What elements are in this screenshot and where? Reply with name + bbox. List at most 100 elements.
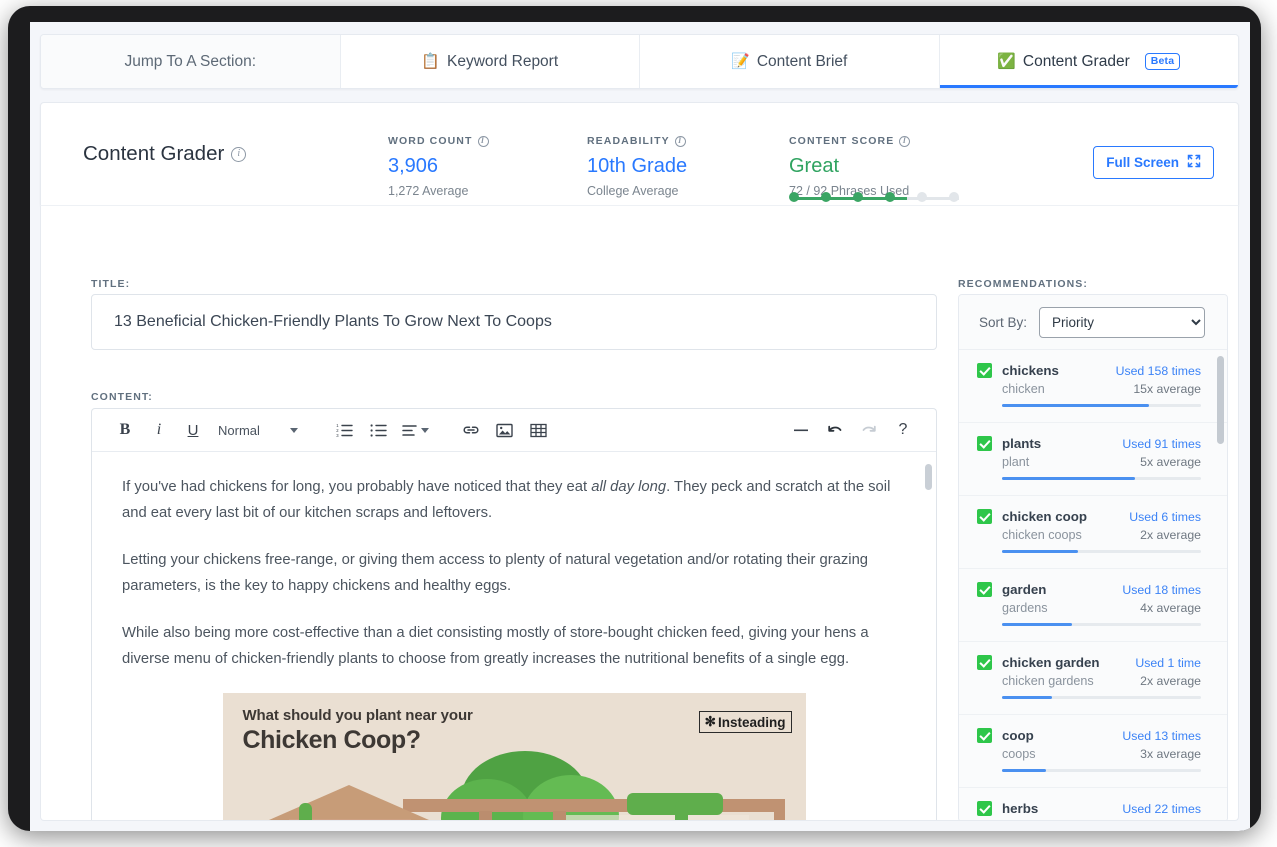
info-icon[interactable] [477,135,489,147]
metric-label: CONTENT SCORE [789,135,911,147]
page-title: Content Grader [83,142,247,166]
bullet-list-button[interactable] [362,415,396,445]
full-screen-label: Full Screen [1106,155,1179,170]
metric-readability: READABILITY 10th Grade College Average [587,135,687,198]
align-dropdown[interactable] [396,415,436,445]
chevron-down-icon [289,427,298,433]
recommendation-checkbox[interactable] [977,801,992,816]
full-screen-button[interactable]: Full Screen [1093,146,1214,179]
sort-by-select[interactable]: PriorityAlphabeticalUsage [1039,306,1206,338]
logo-text: Insteading [717,714,786,730]
redo-button[interactable] [852,415,886,445]
metric-value: 10th Grade [587,155,688,177]
beta-badge: Beta [1144,53,1181,70]
link-button[interactable] [454,415,488,445]
recommendation-usage-count: Used 18 times [1122,582,1201,597]
table-button[interactable] [522,415,556,445]
recommendation-bar-track [1002,404,1201,407]
tab-keyword-report[interactable]: 📋 Keyword Report [340,35,640,88]
help-button[interactable]: ? [886,415,920,445]
recommendation-usage-count: Used 158 times [1115,363,1201,378]
recommendation-usage-count: Used 22 times [1122,801,1201,816]
tab-label: Content Grader [1022,52,1130,70]
recommendation-bar-track [1002,696,1201,699]
recommendation-term: garden [1002,582,1047,597]
editor-scrollbar-thumb[interactable] [925,464,932,490]
device-frame: Jump To A Section: 📋 Keyword Report 📝 Conten… [8,6,1261,831]
editor-scrollbar-track[interactable] [925,459,932,807]
recommendation-term: chickens [1002,363,1059,378]
underline-button[interactable]: U [176,415,210,445]
italic-button[interactable]: i [142,415,176,445]
recommendation-variant: chicken [1002,382,1045,396]
app-viewport: Jump To A Section: 📋 Keyword Report 📝 Conten… [30,22,1250,831]
recommendation-checkbox[interactable] [977,728,992,743]
recommendation-bar-fill [1002,404,1150,407]
score-progress-dot [949,192,959,202]
recommendation-checkbox[interactable] [977,655,992,670]
recommendation-average: 4x average [1140,601,1201,615]
recommendation-item[interactable]: herbs Used 22 times herb 3x average [959,788,1227,821]
score-progress-dot [885,192,895,202]
recommendation-term: herbs [1002,801,1039,816]
title-input[interactable] [91,294,937,350]
title-field-label: TITLE: [91,278,131,290]
info-icon[interactable] [674,135,686,147]
paragraph-text: If you've had chickens for long, you pro… [122,479,592,495]
recommendation-average: 3x average [1140,747,1201,761]
undo-button[interactable] [818,415,852,445]
recommendation-usage-count: Used 91 times [1122,436,1201,451]
recommendation-checkbox[interactable] [977,363,992,378]
tab-label: Content Brief [756,52,848,70]
insteading-logo: ✻ Insteading [698,711,792,733]
recommendations-scrollbar-thumb[interactable] [1217,356,1224,444]
recommendation-bar-track [1002,623,1201,626]
recommendation-item[interactable]: coop Used 13 times coops 3x average [959,715,1227,788]
info-icon[interactable] [899,135,911,147]
metric-label-text: READABILITY [587,135,670,147]
grader-header-card: Content Grader WORD COUNT 3,906 1,272 Av… [40,102,1239,205]
metric-sub: 1,272 Average [388,184,469,198]
metric-label: READABILITY [587,135,687,147]
content-text-area[interactable]: If you've had chickens for long, you pro… [92,452,936,820]
recommendation-item[interactable]: chickens Used 158 times chicken 15x average [959,350,1227,423]
recommendation-checkbox[interactable] [977,436,992,451]
sort-by-label: Sort By: [979,314,1028,330]
recommendation-item[interactable]: chicken coop Used 6 times chicken coops 2x … [959,496,1227,569]
format-dropdown[interactable]: Normal [218,423,298,438]
content-editor: B i U Normal 1 2 3 ? If you've had chick… [91,408,937,820]
coop-roof [252,785,445,820]
info-icon[interactable] [231,146,247,162]
tab-content-brief[interactable]: 📝 Content Brief [640,35,940,88]
bold-button[interactable]: B [108,415,142,445]
expand-icon [1187,154,1201,171]
format-dropdown-value: Normal [218,422,260,438]
score-progress-indicator [789,192,967,204]
tab-content-grader[interactable]: ✅ Content Grader Beta [939,35,1238,88]
recommendation-list[interactable]: chickens Used 158 times chicken 15x average… [959,350,1227,821]
chicken-run-mesh [552,815,749,820]
recommendation-item[interactable]: plants Used 91 times plant 5x average [959,423,1227,496]
recommendation-bar-track [1002,769,1201,772]
article-inline-image: What should you plant near your Chicken … [222,693,806,820]
recommendation-item[interactable]: chicken garden Used 1 time chicken gardens… [959,642,1227,715]
recommendations-panel: Sort By: PriorityAlphabeticalUsage chick… [958,294,1228,821]
vine-plant [674,801,688,820]
recommendation-average: 15x average [1133,382,1201,396]
recommendation-bar-fill [1002,769,1046,772]
chicken-run-post [552,811,566,820]
recommendation-average: 3x average [1140,820,1201,821]
recommendation-checkbox[interactable] [977,509,992,524]
recommendation-item[interactable]: garden Used 18 times gardens 4x average [959,569,1227,642]
score-progress-dot [789,192,799,202]
ordered-list-button[interactable]: 1 2 3 [328,415,362,445]
recommendation-variant: gardens [1002,601,1048,615]
recommendation-average: 2x average [1140,528,1201,542]
score-progress-dot [917,192,927,202]
image-button[interactable] [488,415,522,445]
metric-content-score: CONTENT SCORE Great 72 / 92 Phrases Used [789,135,959,202]
recommendation-checkbox[interactable] [977,582,992,597]
score-progress-dot [853,192,863,202]
divider-button[interactable] [784,415,818,445]
recommendation-term: plants [1002,436,1042,451]
